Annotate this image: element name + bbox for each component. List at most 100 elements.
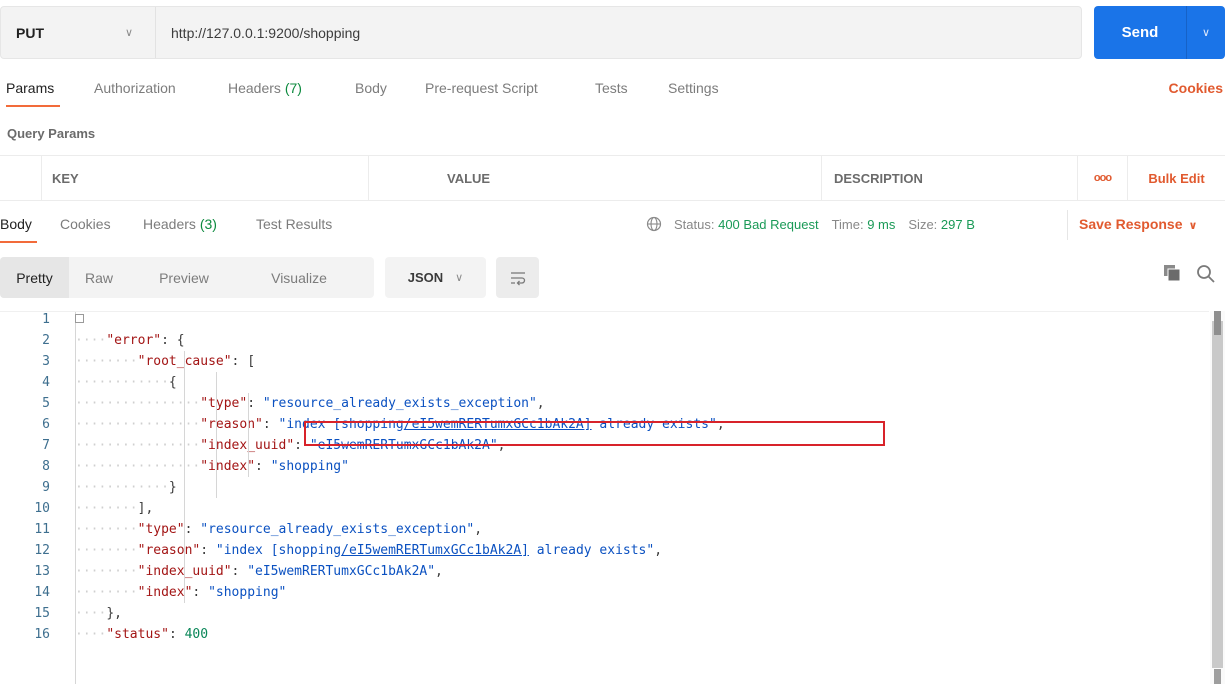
json-string[interactable]: /eI5wemRERTumxGCc1bAk2A] — [341, 543, 529, 558]
status-label: Status: — [674, 216, 715, 232]
tab-label: Body — [0, 216, 32, 232]
copy-icon[interactable] — [1163, 264, 1181, 282]
method-label: PUT — [16, 24, 44, 41]
indent-guide: ········ — [75, 585, 138, 600]
line-number: 13 — [34, 564, 50, 579]
tab-body[interactable]: Body — [355, 80, 387, 96]
code-line: 4 ············{ — [0, 372, 1209, 393]
chevron-down-icon: ∨ — [455, 272, 464, 284]
send-button[interactable]: Send — [1094, 24, 1186, 41]
indent-guide: ···· — [75, 606, 107, 621]
view-mode-selector: Pretty Raw Preview Visualize — [0, 257, 374, 298]
json-punctuation: , — [435, 564, 443, 579]
line-number: 10 — [34, 501, 50, 516]
json-punctuation: ], — [137, 501, 154, 516]
scrollbar-thumb[interactable] — [1214, 311, 1221, 335]
view-mode-visualize[interactable]: Visualize — [239, 257, 359, 298]
send-dropdown-chevron-icon[interactable]: ∨ — [1187, 26, 1225, 39]
json-key: "error" — [106, 333, 162, 348]
response-tabs: Body Cookies Headers (3) Test Results St… — [0, 210, 1225, 246]
tab-authorization[interactable]: Authorization — [94, 80, 176, 96]
code-line: 9 ············} — [0, 477, 1209, 498]
tab-label: Headers — [143, 216, 196, 232]
response-tab-cookies[interactable]: Cookies — [60, 216, 111, 232]
json-key: "type" — [137, 522, 185, 537]
response-tab-headers[interactable]: Headers (3) — [143, 216, 217, 232]
json-punctuation: : — [231, 564, 248, 579]
time-label: Time: — [831, 216, 864, 232]
view-mode-preview[interactable]: Preview — [129, 257, 239, 298]
code-line: 12 ········"reason": "index [shopping/eI5… — [0, 540, 1209, 561]
tab-label: Body — [355, 80, 387, 96]
tab-pre-request-script[interactable]: Pre-request Script — [425, 80, 538, 96]
column-header-value: VALUE — [368, 156, 821, 200]
divider — [1067, 210, 1068, 240]
tab-headers[interactable]: Headers (7) — [228, 80, 302, 96]
response-body-editor[interactable]: 12····"error": {3········"root_cause": [… — [0, 311, 1209, 684]
json-punctuation: : — [200, 543, 216, 558]
size-value[interactable]: 297 B — [941, 217, 975, 232]
request-tabs: Params Authorization Headers (7) Body Pr… — [0, 80, 1225, 107]
code-text: ············} — [75, 477, 177, 498]
json-punctuation: { — [168, 375, 177, 390]
format-label: JSON — [407, 270, 444, 285]
response-tab-test-results[interactable]: Test Results — [256, 216, 332, 232]
line-number: 8 — [42, 459, 50, 474]
globe-icon[interactable] — [646, 216, 662, 232]
json-punctuation: } — [168, 480, 177, 495]
tab-settings[interactable]: Settings — [668, 80, 719, 96]
tab-label: Authorization — [94, 80, 176, 96]
response-tab-body[interactable]: Body — [0, 216, 32, 232]
line-number: 12 — [34, 543, 50, 558]
json-punctuation: , — [536, 396, 545, 411]
fold-icon[interactable] — [75, 314, 84, 323]
search-icon[interactable] — [1196, 264, 1216, 284]
json-punctuation: : [ — [231, 354, 256, 369]
url-input[interactable] — [156, 7, 1081, 58]
code-line: 1 — [0, 312, 1209, 330]
tab-label: Params — [6, 80, 55, 96]
editor-scrollbar[interactable] — [1210, 311, 1225, 684]
indent-guide: ········ — [75, 543, 138, 558]
more-options-icon[interactable]: ooo — [1077, 156, 1127, 200]
code-text: ········"index_uuid": "eI5wemRERTumxGCc1… — [75, 561, 443, 582]
view-mode-raw[interactable]: Raw — [69, 257, 129, 298]
line-number: 9 — [42, 480, 50, 495]
tab-count: (7) — [284, 80, 302, 96]
code-text: ················"type": "resource_alread… — [75, 393, 545, 414]
tab-label: Headers — [228, 80, 281, 96]
indent-guide-line — [248, 393, 249, 477]
save-response-button[interactable]: Save Response ∨ — [1079, 216, 1197, 232]
indent-guide: ················ — [75, 459, 201, 474]
scrollbar-arrow[interactable] — [1214, 669, 1221, 684]
json-string: "shopping" — [270, 459, 349, 474]
query-params-title: Query Params — [7, 126, 96, 141]
json-punctuation: : — [168, 627, 185, 642]
format-select[interactable]: JSON ∨ — [385, 257, 486, 298]
json-punctuation: : — [192, 585, 209, 600]
code-line: 13 ········"index_uuid": "eI5wemRERTumxGC… — [0, 561, 1209, 582]
wrap-lines-button[interactable] — [496, 257, 539, 298]
time-value[interactable]: 9 ms — [867, 217, 895, 232]
tab-tests[interactable]: Tests — [595, 80, 628, 96]
json-punctuation: : — [255, 459, 271, 474]
line-number: 1 — [42, 312, 50, 327]
chevron-down-icon: ∨ — [124, 27, 133, 39]
code-text: ········"reason": "index [shopping/eI5we… — [75, 540, 662, 561]
scrollbar-track[interactable] — [1212, 321, 1223, 668]
code-text: ········], — [75, 498, 153, 519]
indent-guide: ···· — [75, 627, 107, 642]
json-string: "eI5wemRERTumxGCc1bAk2A" — [247, 564, 436, 579]
code-text: ····"error": { — [75, 330, 185, 351]
line-number: 7 — [42, 438, 50, 453]
cookies-link[interactable]: Cookies — [1169, 80, 1223, 96]
tab-params[interactable]: Params — [6, 80, 54, 96]
line-number: 2 — [42, 333, 50, 348]
status-value[interactable]: 400 Bad Request — [718, 217, 818, 232]
code-line: 2 ····"error": { — [0, 330, 1209, 351]
code-line: 10 ········], — [0, 498, 1209, 519]
view-mode-pretty[interactable]: Pretty — [0, 257, 69, 298]
chevron-down-icon: ∨ — [1188, 220, 1198, 232]
method-select[interactable]: PUT ∨ — [1, 7, 156, 58]
bulk-edit-button[interactable]: Bulk Edit — [1127, 156, 1225, 200]
